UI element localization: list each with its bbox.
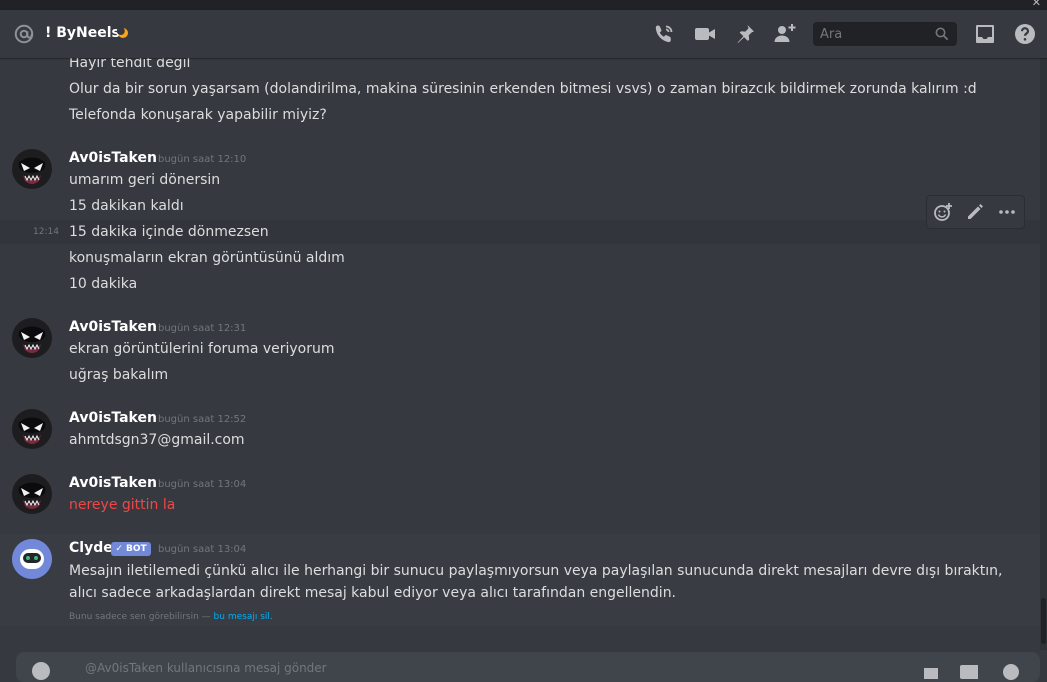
message-input[interactable]: [85, 660, 885, 676]
timestamp: bugün saat 12:10: [158, 154, 247, 165]
delete-message-link[interactable]: bu mesajı sil.: [214, 612, 273, 622]
author-name[interactable]: Av0isTaken: [69, 319, 157, 335]
window-titlebar: ✕: [0, 0, 1047, 10]
add-reaction-icon[interactable]: [933, 202, 953, 222]
search-icon: [935, 27, 949, 41]
composer-box[interactable]: [16, 652, 1040, 682]
author-name[interactable]: Av0isTaken: [69, 475, 157, 491]
message-text: konuşmaların ekran görüntüsünü aldım: [69, 250, 345, 266]
message-text: umarım geri dönersin: [69, 172, 221, 188]
call-icon[interactable]: [652, 22, 676, 46]
timestamp: bugün saat 13:04: [158, 544, 247, 555]
inbox-icon[interactable]: [973, 22, 997, 46]
more-icon[interactable]: [997, 202, 1017, 222]
channel-header: ! ByNeels: [0, 10, 1047, 58]
message-text: uğraş bakalım: [69, 367, 169, 383]
scrollbar-track[interactable]: [1040, 58, 1047, 650]
avatar[interactable]: [12, 409, 52, 449]
timestamp: bugün saat 13:04: [158, 479, 247, 490]
message-text: 15 dakika içinde dönmezsen: [69, 224, 269, 240]
avatar[interactable]: [12, 318, 52, 358]
bot-badge-label: BOT: [126, 544, 147, 554]
channel-title: ! ByNeels: [45, 25, 120, 41]
search-input[interactable]: [813, 22, 936, 46]
message-actions-bar: [926, 195, 1025, 229]
pin-icon[interactable]: [733, 22, 757, 46]
author-name[interactable]: Clyde: [69, 540, 113, 556]
timestamp: bugün saat 12:52: [158, 414, 247, 425]
inline-timestamp: 12:14: [33, 227, 59, 237]
help-icon[interactable]: [1013, 22, 1037, 46]
add-friend-icon[interactable]: [773, 22, 797, 46]
search-bar[interactable]: [813, 22, 957, 46]
at-icon: [14, 24, 34, 44]
edit-icon[interactable]: [965, 202, 985, 222]
timestamp: bugün saat 12:31: [158, 323, 247, 334]
message-text: ekran görüntülerini foruma veriyorum: [69, 341, 335, 357]
message-text: Olur da bir sorun yaşarsam (dolandirilma…: [69, 81, 977, 97]
clyde-avatar[interactable]: [12, 539, 52, 579]
moon-icon: [117, 27, 128, 38]
attach-plus-icon[interactable]: [32, 662, 50, 680]
message-composer: [0, 650, 1047, 682]
avatar[interactable]: [12, 474, 52, 514]
author-name[interactable]: Av0isTaken: [69, 410, 157, 426]
message-text: ahmtdsgn37@gmail.com: [69, 432, 245, 448]
video-icon[interactable]: [693, 22, 717, 46]
author-name[interactable]: Av0isTaken: [69, 150, 157, 166]
message-text: Telefonda konuşarak yapabilir miyiz?: [69, 107, 327, 123]
emoji-icon[interactable]: [1002, 662, 1020, 680]
clyde-message-text: Mesajın iletilemedi çünkü alıcı ile herh…: [69, 563, 1003, 601]
gif-icon[interactable]: [960, 662, 978, 680]
gift-icon[interactable]: [922, 662, 940, 680]
ephemeral-notice: Bunu sadece sen görebilirsin — bu mesajı…: [69, 612, 273, 622]
message-text: 10 dakika: [69, 276, 138, 292]
message-text: nereye gittin la: [69, 497, 176, 513]
message-list[interactable]: Hayır tehdit değil Olur da bir sorun yaş…: [0, 58, 1047, 650]
message-text: Hayır tehdit değil: [69, 58, 191, 71]
close-window-icon[interactable]: ✕: [1032, 0, 1041, 9]
bot-badge: ✓ BOT: [111, 542, 151, 556]
scrollbar-thumb[interactable]: [1041, 598, 1046, 644]
message-text: 15 dakikan kaldı: [69, 198, 184, 214]
ephemeral-notice-text: Bunu sadece sen görebilirsin —: [69, 612, 211, 622]
avatar[interactable]: [12, 149, 52, 189]
